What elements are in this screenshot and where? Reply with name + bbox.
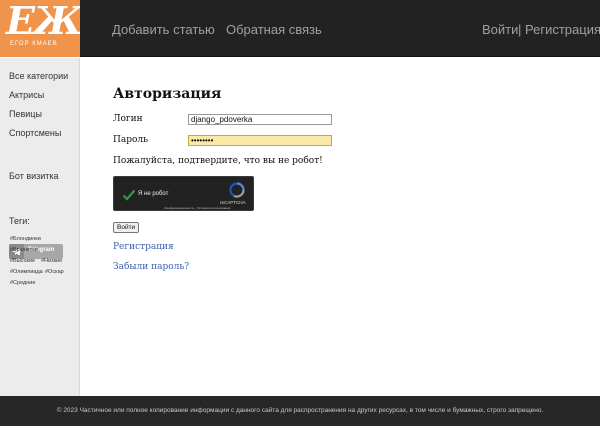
password-input[interactable] [188, 135, 332, 146]
captcha-brand: reCAPTCHA [220, 200, 246, 205]
tag-item[interactable]: #Брюнетки [10, 247, 38, 253]
site-header: ЕЖ ЕГОР КМАЕВ Добавить статью Обратная с… [0, 0, 600, 57]
logo-subtitle: ЕГОР КМАЕВ [10, 41, 58, 47]
header-separator: | [518, 22, 522, 37]
nav-feedback[interactable]: Обратная связь [226, 22, 322, 37]
tag-item[interactable]: #Оскар [45, 269, 64, 275]
tags-heading: Теги: [9, 216, 30, 226]
login-submit-button[interactable]: Войти [113, 222, 140, 233]
captcha-checkmark-icon[interactable] [122, 186, 136, 205]
password-label: Пароль [113, 135, 149, 145]
captcha-privacy-links[interactable]: Конфиденциальность - Условия использован… [164, 206, 230, 210]
header-register-link[interactable]: Регистрация [525, 22, 600, 37]
page-title: Авторизация [113, 86, 222, 102]
robot-notice: Пожалуйста, подтвердите, что вы не робот… [113, 156, 323, 166]
sidebar-item-athletes[interactable]: Спортсмены [9, 128, 61, 138]
recaptcha-widget[interactable]: Я не робот reCAPTCHA Конфиденциальность … [113, 176, 254, 211]
login-label: Логин [113, 114, 143, 124]
tag-item[interactable]: #Блондинки [10, 236, 41, 242]
tag-item[interactable]: #Средние [10, 280, 35, 286]
captcha-label: Я не робот [138, 191, 169, 197]
recaptcha-logo-icon [229, 182, 245, 202]
bot-heading: Бот визитка [9, 171, 59, 181]
tag-item[interactable]: #Низкие [41, 258, 62, 264]
forgot-password-link[interactable]: Забыли пароль? [113, 262, 189, 272]
site-logo[interactable]: ЕЖ ЕГОР КМАЕВ [0, 0, 80, 57]
sidebar-item-all[interactable]: Все категории [9, 71, 68, 81]
tag-item[interactable]: #Высокие [10, 258, 35, 264]
logo-monogram: ЕЖ [6, 0, 80, 43]
site-footer: © 2023 Частичное или полное копирование … [0, 396, 600, 426]
tag-item[interactable]: #Олимпиада [10, 269, 43, 275]
login-input[interactable] [188, 114, 332, 125]
register-link[interactable]: Регистрация [113, 242, 174, 252]
nav-add-article[interactable]: Добавить статью [112, 22, 215, 37]
copyright-text: © 2023 Частичное или полное копирование … [56, 407, 544, 414]
sidebar: Все категории Актрисы Певицы Спортсмены … [0, 58, 80, 396]
sidebar-item-singers[interactable]: Певицы [9, 109, 42, 119]
header-login-link[interactable]: Войти [482, 22, 518, 37]
sidebar-item-actresses[interactable]: Актрисы [9, 90, 44, 100]
